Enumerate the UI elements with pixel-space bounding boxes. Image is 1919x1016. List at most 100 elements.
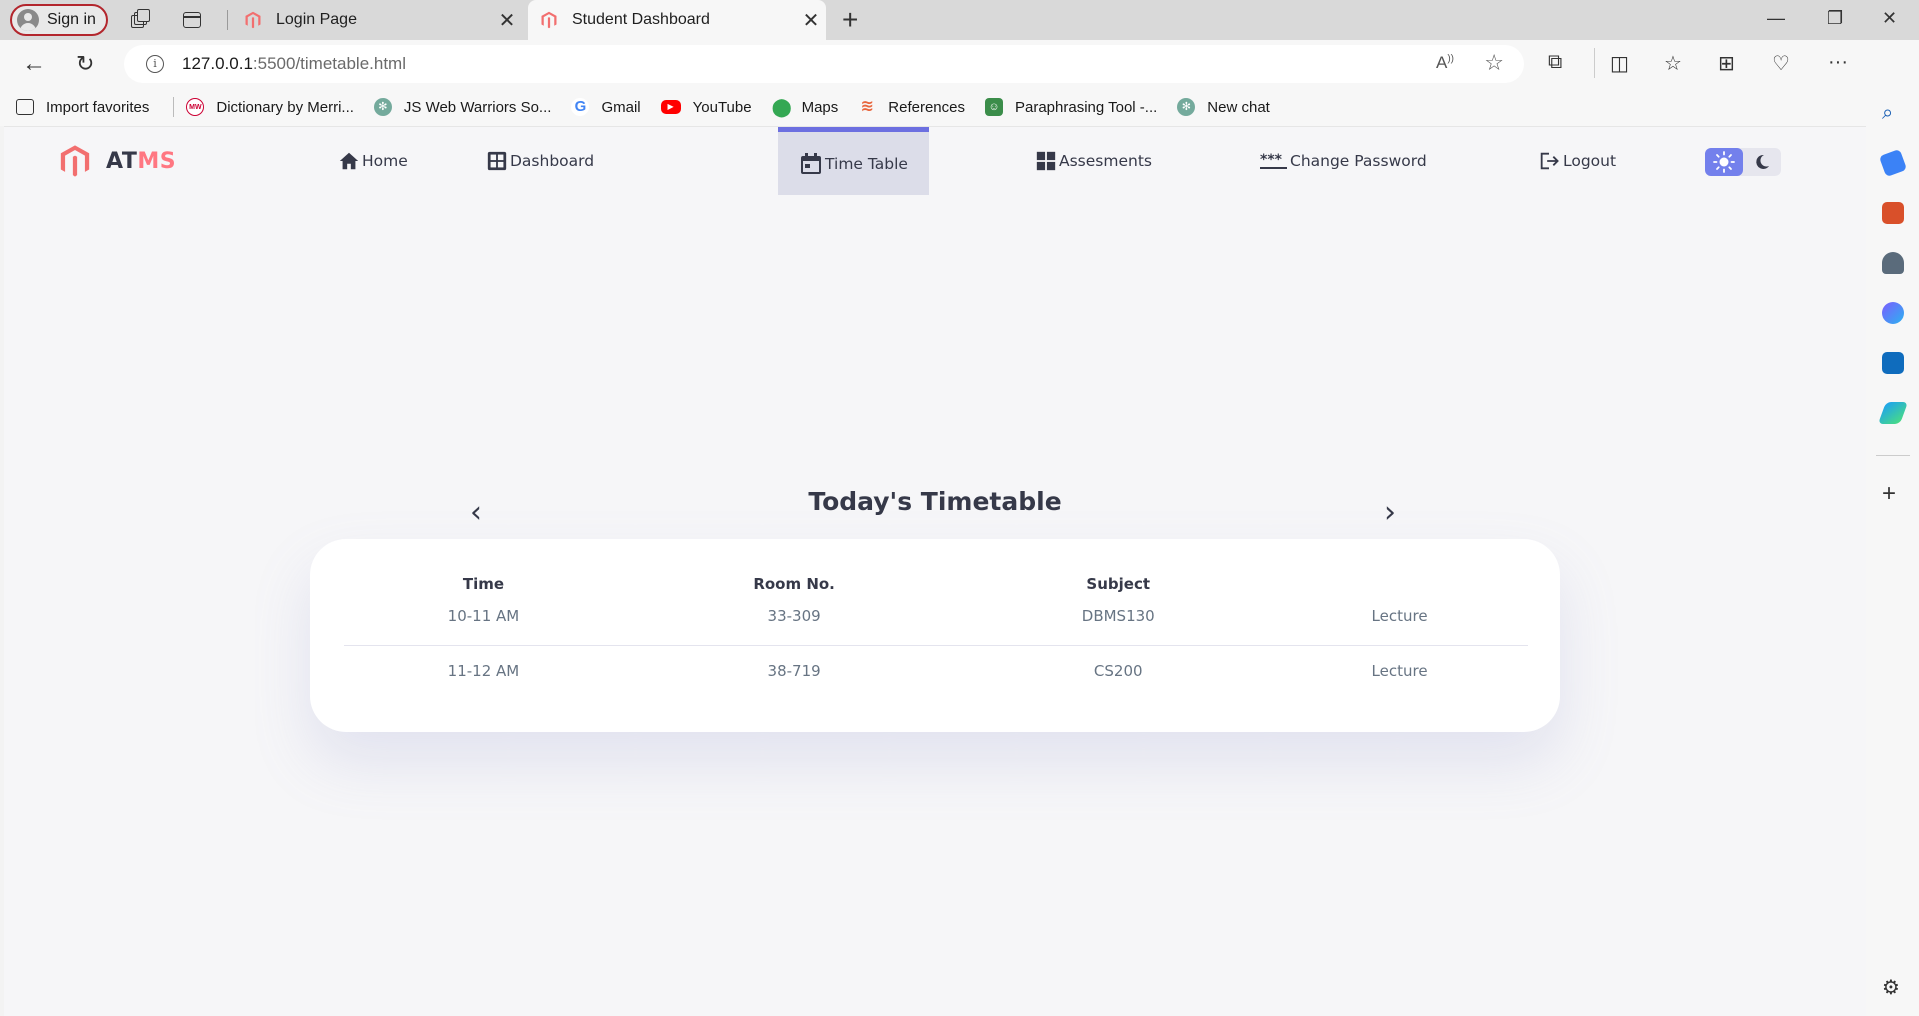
maps-icon: ⬤ — [771, 97, 792, 117]
brand-name-part-a: AT — [106, 148, 138, 174]
cell-time: 11-12 AM — [447, 662, 520, 681]
microsoft-365-icon[interactable] — [1882, 302, 1904, 324]
bookmark-separator — [173, 97, 175, 117]
outlook-icon[interactable] — [1882, 352, 1904, 374]
magento-favicon-icon — [541, 11, 557, 29]
close-tab-icon[interactable]: ✕ — [796, 8, 826, 33]
bookmark-paraphrasing-tool[interactable]: ☺ Paraphrasing Tool -... — [984, 98, 1158, 116]
browser-essentials-icon[interactable]: ♡ — [1772, 51, 1790, 76]
collections-icon[interactable]: ⊞ — [1718, 51, 1735, 76]
nav-label: Assesments — [1059, 152, 1152, 170]
cell-time: 10-11 AM — [344, 601, 623, 646]
light-mode-button[interactable] — [1705, 148, 1743, 176]
refresh-icon[interactable]: ↻ — [76, 51, 94, 77]
games-icon[interactable] — [1882, 252, 1904, 274]
nav-label: Home — [362, 152, 408, 170]
nav-label: Time Table — [825, 154, 908, 173]
sidebar-divider — [1876, 455, 1910, 456]
google-icon: G — [571, 98, 590, 116]
sun-icon — [1713, 151, 1735, 173]
cell-type: Lecture — [1371, 662, 1428, 681]
tab-student-dashboard[interactable]: Student Dashboard ✕ — [528, 0, 826, 40]
brand-logo[interactable]: AT MS — [58, 143, 176, 179]
column-header-room: Room No. — [753, 575, 835, 593]
close-window-icon[interactable]: ✕ — [1882, 8, 1897, 29]
calendar-icon — [801, 152, 822, 174]
bookmark-label: Dictionary by Merri... — [216, 98, 354, 116]
svg-text:***: *** — [1260, 152, 1283, 168]
timetable-title: Today's Timetable — [808, 487, 1062, 516]
references-icon: ≋ — [860, 98, 874, 115]
close-tab-icon[interactable]: ✕ — [492, 8, 522, 33]
bookmark-new-chat[interactable]: ✻ New chat — [1177, 98, 1270, 116]
column-header-type — [1271, 567, 1528, 601]
workspaces-icon[interactable] — [131, 9, 151, 30]
bookmark-maps[interactable]: ⬤ Maps — [772, 98, 839, 116]
nav-change-password[interactable]: *** Change Password — [1260, 127, 1427, 195]
more-options-icon[interactable]: ··· — [1828, 51, 1848, 74]
site-info-icon[interactable]: i — [146, 55, 164, 73]
bookmark-label: Gmail — [601, 98, 641, 116]
tab-title: Login Page — [276, 11, 357, 28]
bookmark-js-web-warriors[interactable]: ✻ JS Web Warriors So... — [373, 98, 551, 116]
nav-label: Logout — [1563, 152, 1617, 170]
column-header-subject: Subject — [1086, 575, 1151, 593]
read-aloud-icon[interactable]: A)) — [1436, 53, 1454, 73]
bookmark-dictionary[interactable]: MW Dictionary by Merri... — [186, 98, 354, 116]
toolbar-separator — [1594, 48, 1595, 78]
split-screen-icon[interactable]: ◫ — [1610, 51, 1629, 76]
cell-subject: DBMS130 — [965, 601, 1272, 646]
nav-assesments[interactable]: Assesments — [1035, 127, 1152, 195]
minimize-icon[interactable]: — — [1767, 8, 1785, 29]
nav-logout[interactable]: Logout — [1537, 127, 1616, 195]
back-icon[interactable]: ← — [22, 50, 46, 78]
table-row: 11-12 AM 38-719 CS200 Lecture — [344, 645, 1528, 697]
bookmark-label: New chat — [1207, 98, 1270, 116]
bookmark-label: YouTube — [692, 98, 752, 116]
theme-toggle[interactable] — [1705, 148, 1781, 176]
dashboard-icon — [487, 151, 507, 171]
add-sidebar-item-icon[interactable]: + — [1882, 480, 1904, 507]
grid-icon — [1036, 151, 1056, 171]
timetable-card: Time Room No. Subject 10-11 AM 33-309 DB… — [310, 539, 1560, 732]
address-toolbar: ← ↻ i 127.0.0.1:5500/timetable.html A)) … — [0, 40, 1919, 88]
sidebar-settings-gear-icon[interactable]: ⚙ — [1882, 975, 1904, 999]
search-icon[interactable]: ⌕ — [1882, 102, 1904, 124]
browser-tab-bar: Sign in Login Page ✕ Student Dashboard ✕… — [0, 0, 1919, 40]
address-bar[interactable]: i 127.0.0.1:5500/timetable.html A)) ☆ — [124, 45, 1524, 83]
bookmark-label: References — [888, 98, 965, 116]
bookmark-gmail[interactable]: G Gmail — [571, 98, 641, 116]
nav-dashboard[interactable]: Dashboard — [486, 127, 594, 195]
restore-icon[interactable]: ❐ — [1827, 8, 1843, 29]
bookmark-label: Maps — [801, 98, 839, 116]
tools-icon[interactable] — [1882, 202, 1904, 224]
tab-separator — [227, 10, 228, 30]
cell-room: 33-309 — [622, 601, 966, 646]
bookmark-references[interactable]: ≋ References — [858, 98, 965, 116]
bookmark-import-favorites[interactable]: Import favorites — [16, 99, 149, 116]
favorite-star-icon[interactable]: ☆ — [1484, 50, 1504, 76]
merriam-webster-icon: MW — [186, 98, 205, 116]
drop-icon[interactable] — [1877, 402, 1909, 424]
nav-time-table[interactable]: Time Table — [778, 127, 929, 195]
youtube-icon: ▶ — [660, 100, 681, 114]
magento-favicon-icon — [245, 11, 261, 29]
moon-icon — [1756, 154, 1769, 169]
dark-mode-button[interactable] — [1743, 148, 1781, 176]
nav-home[interactable]: Home — [338, 127, 408, 195]
sign-in-button[interactable]: Sign in — [10, 4, 108, 36]
bookmark-youtube[interactable]: ▶ YouTube — [660, 98, 752, 116]
profile-avatar-icon — [17, 9, 39, 31]
extensions-icon[interactable]: ⧉ — [1548, 51, 1562, 74]
chatgpt-icon: ✻ — [373, 98, 392, 116]
next-day-chevron-icon[interactable]: › — [1384, 495, 1396, 530]
tab-actions-icon[interactable] — [183, 12, 201, 28]
new-tab-icon[interactable]: + — [842, 4, 858, 36]
favorites-icon[interactable]: ☆ — [1664, 51, 1682, 76]
favorites-bar: Import favorites MW Dictionary by Merri.… — [0, 88, 1919, 126]
shopping-icon[interactable] — [1878, 148, 1908, 178]
table-header-row: Time Room No. Subject — [344, 567, 1528, 601]
logout-icon — [1540, 152, 1559, 170]
bookmark-label: Paraphrasing Tool -... — [1014, 98, 1158, 116]
tab-login-page[interactable]: Login Page ✕ — [232, 0, 522, 40]
